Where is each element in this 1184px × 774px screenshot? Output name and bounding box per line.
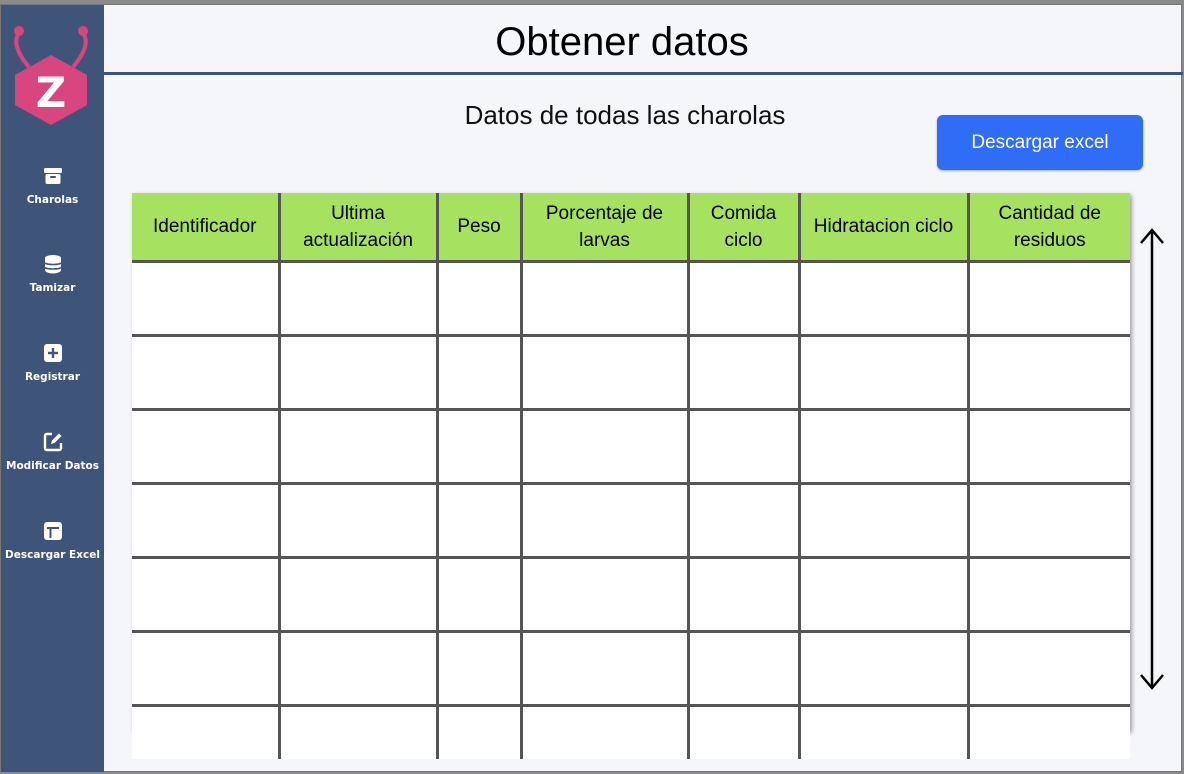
table-cell[interactable] xyxy=(519,556,690,633)
logo: Z xyxy=(14,26,88,125)
table-cell[interactable] xyxy=(132,408,281,485)
data-table: Identificador Ultima actualización Peso … xyxy=(132,193,1130,759)
table-cell[interactable] xyxy=(435,556,523,633)
table-cell[interactable] xyxy=(966,482,1130,559)
table-cell[interactable] xyxy=(797,260,970,337)
edit-icon xyxy=(43,432,62,452)
page-title: Obtener datos xyxy=(495,20,749,64)
table-cell[interactable] xyxy=(966,704,1130,759)
table-cell[interactable] xyxy=(797,334,970,411)
column-header[interactable]: Peso xyxy=(435,193,523,262)
table-cell[interactable] xyxy=(797,482,970,559)
table-cell[interactable] xyxy=(435,408,523,485)
sidebar-item-modificar-datos[interactable]: Modificar Datos xyxy=(1,431,104,474)
column-header[interactable]: Hidratacion ciclo xyxy=(797,193,970,262)
database-icon xyxy=(43,255,62,274)
table-cell[interactable] xyxy=(797,408,970,485)
table-cell[interactable] xyxy=(686,408,801,485)
table-cell[interactable] xyxy=(966,556,1130,633)
table-cell[interactable] xyxy=(797,704,970,759)
column-header[interactable]: Identificador xyxy=(132,193,281,262)
table-icon xyxy=(43,522,62,540)
download-excel-button[interactable]: Descargar excel xyxy=(937,115,1143,170)
table-cell[interactable] xyxy=(435,334,523,411)
table-row xyxy=(132,260,1130,337)
table-cell[interactable] xyxy=(277,334,439,411)
column-header[interactable]: Porcentaje de larvas xyxy=(519,193,690,262)
table-header-row: Identificador Ultima actualización Peso … xyxy=(132,193,1130,262)
table-cell[interactable] xyxy=(797,630,970,707)
sidebar-item-label: Descargar Excel xyxy=(5,549,100,561)
table-cell[interactable] xyxy=(132,556,281,633)
table-body xyxy=(132,260,1130,759)
table-cell[interactable] xyxy=(435,630,523,707)
column-header[interactable]: Cantidad de residuos xyxy=(966,193,1130,262)
table-cell[interactable] xyxy=(519,630,690,707)
scroll-arrow-icon[interactable] xyxy=(1138,226,1166,692)
table-cell[interactable] xyxy=(132,260,281,337)
table-cell[interactable] xyxy=(277,630,439,707)
table-cell[interactable] xyxy=(277,482,439,559)
table-cell[interactable] xyxy=(966,334,1130,411)
table-cell[interactable] xyxy=(686,556,801,633)
plus-square-icon xyxy=(43,344,62,362)
table-cell[interactable] xyxy=(519,408,690,485)
table-row xyxy=(132,334,1130,411)
table-cell[interactable] xyxy=(277,704,439,759)
table-cell[interactable] xyxy=(519,260,690,337)
table-row xyxy=(132,556,1130,633)
table-cell[interactable] xyxy=(277,408,439,485)
table-cell[interactable] xyxy=(435,704,523,759)
title-divider xyxy=(104,72,1183,75)
sidebar-item-charolas[interactable]: Charolas xyxy=(1,165,104,208)
table-cell[interactable] xyxy=(277,260,439,337)
table-cell[interactable] xyxy=(686,482,801,559)
table-cell[interactable] xyxy=(686,630,801,707)
table-cell[interactable] xyxy=(132,630,281,707)
logo-letter: Z xyxy=(36,68,66,117)
table-cell[interactable] xyxy=(686,334,801,411)
table-cell[interactable] xyxy=(435,482,523,559)
table-cell[interactable] xyxy=(519,704,690,759)
sidebar-item-registrar[interactable]: Registrar xyxy=(1,342,104,385)
table-row xyxy=(132,408,1130,485)
table-cell[interactable] xyxy=(519,334,690,411)
sidebar-item-label: Registrar xyxy=(24,371,81,383)
sidebar: Z Charolas Tamizar Registrar Modificar D… xyxy=(1,5,104,772)
archive-box-icon xyxy=(43,168,62,184)
table-cell[interactable] xyxy=(686,260,801,337)
sidebar-item-label: Modificar Datos xyxy=(6,460,99,472)
sidebar-item-label: Tamizar xyxy=(29,282,76,294)
table-cell[interactable] xyxy=(132,334,281,411)
table-cell[interactable] xyxy=(797,556,970,633)
sidebar-item-label: Charolas xyxy=(26,194,79,206)
sidebar-item-tamizar[interactable]: Tamizar xyxy=(1,253,104,296)
data-table-container: Identificador Ultima actualización Peso … xyxy=(132,193,1130,759)
table-cell[interactable] xyxy=(966,408,1130,485)
table-row xyxy=(132,482,1130,559)
table-cell[interactable] xyxy=(277,556,439,633)
table-cell[interactable] xyxy=(132,704,281,759)
table-cell[interactable] xyxy=(519,482,690,559)
table-cell[interactable] xyxy=(966,630,1130,707)
sidebar-item-descargar-excel[interactable]: Descargar Excel xyxy=(1,520,104,563)
column-header[interactable]: Comida ciclo xyxy=(686,193,801,262)
column-header[interactable]: Ultima actualización xyxy=(277,193,439,262)
table-cell[interactable] xyxy=(966,260,1130,337)
table-cell[interactable] xyxy=(686,704,801,759)
table-row xyxy=(132,630,1130,707)
table-cell[interactable] xyxy=(132,482,281,559)
table-row xyxy=(132,704,1130,759)
table-cell[interactable] xyxy=(435,260,523,337)
